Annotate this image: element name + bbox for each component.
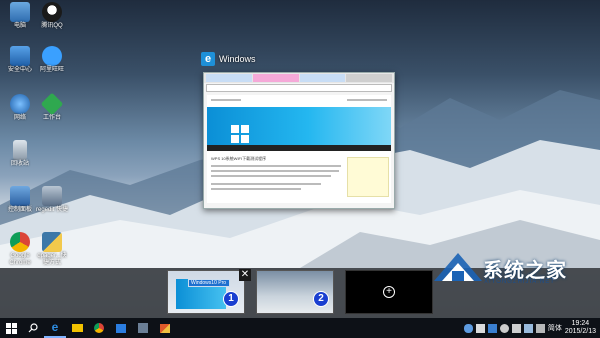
photos-icon (160, 323, 170, 333)
article-text (211, 175, 331, 177)
desktop-number-badge: 1 (223, 291, 239, 307)
article-text (211, 183, 321, 185)
aliwangwang-icon (42, 46, 62, 66)
chrome-icon (94, 323, 104, 333)
chrome-icon (10, 232, 30, 252)
settings-icon (138, 323, 148, 333)
taskbar-edge[interactable]: e (44, 318, 66, 338)
watermark-subtitle: XITONGZHIJIA.NET (484, 279, 555, 285)
taskbar-app[interactable] (132, 318, 154, 338)
taskbar-photos[interactable] (154, 318, 176, 338)
desktop-number-badge: 2 (313, 291, 329, 307)
desktop-icon-qq[interactable]: 腾讯QQ (35, 2, 69, 30)
desktop-icon-computer[interactable]: 电脑 (3, 2, 37, 30)
desktop-icon-app[interactable]: 工作台 (35, 92, 69, 122)
article-heading: WPS 10系统WIFI下载测试程序 (211, 156, 267, 161)
shield-icon (10, 46, 30, 66)
site-header (211, 99, 241, 101)
browser-tab (299, 74, 346, 82)
system-tray: 简体 19:24 2015/2/13 (463, 318, 600, 338)
web-page: WPS 10系统WIFI下载测试程序 (207, 95, 391, 203)
start-button[interactable] (0, 318, 22, 338)
desktop-icon-python[interactable]: qpager...快捷方式 (35, 232, 69, 267)
window-thumb-label: Windows10 Pro (188, 279, 230, 287)
clock[interactable]: 19:24 2015/2/13 (565, 320, 596, 336)
window-preview-edge[interactable]: WPS 10系统WIFI下载测试程序 (203, 72, 395, 209)
battery-icon[interactable] (523, 323, 533, 333)
address-bar (206, 84, 392, 92)
file-explorer-icon (71, 324, 83, 332)
qq-penguin-icon (42, 2, 62, 22)
taskbar-store[interactable] (110, 318, 132, 338)
browser-tabs (204, 73, 394, 83)
desktop-icon-network[interactable]: 网络 (3, 94, 37, 122)
windows-start-icon (5, 322, 17, 334)
site-header (347, 99, 387, 101)
browser-tab (252, 74, 299, 82)
close-desktop-button[interactable]: ✕ (239, 269, 251, 281)
recycle-bin-icon (13, 140, 27, 160)
add-icon: + (383, 286, 395, 298)
input-language[interactable]: 简体 (548, 323, 562, 333)
site-nav (207, 145, 391, 151)
control-panel-icon (10, 186, 30, 206)
sidebar-box (347, 157, 389, 197)
computer-icon (10, 2, 30, 22)
desktop-icon-recycle[interactable]: 回收站 (3, 140, 37, 168)
window-title: e Windows (201, 52, 256, 66)
article-text (211, 170, 339, 172)
speaker-icon[interactable] (511, 323, 521, 333)
desktop-icon-control[interactable]: 安全中心 (3, 46, 37, 74)
cloud-icon[interactable] (463, 323, 473, 333)
message-icon[interactable] (535, 323, 545, 333)
windows-logo-icon (231, 125, 249, 143)
store-icon (116, 323, 126, 333)
diamond-app-icon (40, 92, 64, 116)
security-icon[interactable] (487, 323, 497, 333)
edge-icon: e (201, 52, 215, 66)
clock-date: 2015/2/13 (564, 328, 596, 335)
search-icon (28, 323, 38, 333)
search-button[interactable] (22, 318, 44, 338)
chat-icon[interactable] (499, 323, 509, 333)
network-globe-icon (10, 94, 30, 114)
article-text (211, 188, 301, 190)
edge-icon: e (51, 320, 59, 334)
article-text (211, 165, 341, 167)
browser-tab (206, 74, 252, 82)
windows10-banner (207, 107, 391, 145)
taskbar-explorer[interactable] (66, 318, 88, 338)
browser-tab (346, 74, 392, 82)
regedit-icon (42, 186, 62, 206)
clock-time: 19:24 (571, 320, 590, 327)
python-icon (42, 232, 62, 252)
desktop-icon-aliwang[interactable]: 阿里旺旺 (35, 46, 69, 74)
taskbar-chrome[interactable] (88, 318, 110, 338)
network-icon[interactable] (475, 323, 485, 333)
desktop-icon-chrome[interactable]: Google Chrome (3, 232, 37, 267)
desktop-icon-regedit[interactable]: regedit 快捷 (35, 186, 69, 214)
desktop-icon-controlpanel[interactable]: 控制面板 (3, 186, 37, 214)
